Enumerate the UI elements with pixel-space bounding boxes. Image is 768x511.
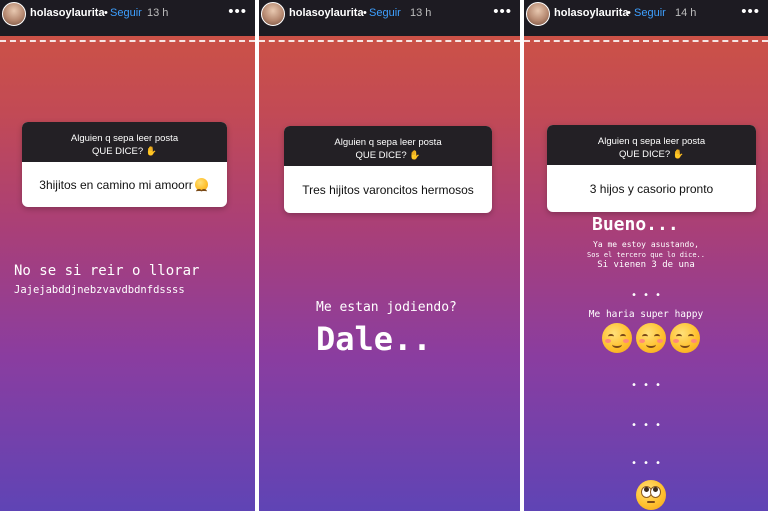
answer-text: 3hijitos en camino mi amoorr — [39, 177, 193, 192]
separator-dot: • — [627, 7, 631, 19]
separator-dot: • — [104, 7, 108, 19]
reply-big: Bueno... — [592, 214, 679, 235]
answer-box: 3 hijos y casorio pronto — [547, 165, 756, 212]
answer-box: Tres hijitos varoncitos hermosos — [284, 166, 492, 213]
question-sticker: Alguien q sepa leer posta QUE DICE? ✋ Tr… — [284, 126, 492, 213]
story-panel-3[interactable]: holasoylaurita • Seguir 14 h ••• Alguien… — [524, 0, 768, 511]
reply-small-3: Si vienen 3 de una — [597, 260, 695, 270]
post-time: 13 h — [147, 7, 169, 19]
story-panel-2[interactable]: holasoylaurita • Seguir 13 h ••• Alguien… — [259, 0, 520, 511]
follow-button[interactable]: Seguir — [634, 7, 666, 19]
username[interactable]: holasoylaurita — [30, 7, 105, 19]
avatar[interactable] — [2, 2, 26, 26]
avatar[interactable] — [261, 2, 285, 26]
ellipsis-2: • • • — [630, 380, 662, 391]
eye-roll-emoji-icon — [636, 480, 666, 510]
reply-line-2: Dale.. — [316, 320, 432, 358]
waving-hand-icon: ✋ — [145, 146, 158, 156]
question-line-1: Alguien q sepa leer posta — [70, 133, 179, 144]
post-time: 14 h — [675, 7, 697, 19]
follow-button[interactable]: Seguir — [110, 7, 142, 19]
question-line-2: QUE DICE? — [355, 150, 407, 161]
more-horizontal-icon[interactable]: ••• — [741, 3, 760, 20]
story-panel-1[interactable]: holasoylaurita • Seguir 13 h ••• Alguien… — [0, 0, 255, 511]
story-header: holasoylaurita • Seguir 13 h ••• — [0, 0, 255, 36]
question-line-1: Alguien q sepa leer posta — [334, 137, 442, 148]
question-line-1: Alguien q sepa leer posta — [597, 136, 706, 147]
question-header: Alguien q sepa leer posta QUE DICE? ✋ — [284, 126, 492, 166]
avatar[interactable] — [526, 2, 550, 26]
ellipsis-4: • • • — [630, 458, 662, 469]
story-header: holasoylaurita • Seguir 13 h ••• — [259, 0, 520, 36]
reply-small-1: Ya me estoy asustando, — [593, 240, 699, 249]
follow-button[interactable]: Seguir — [369, 7, 401, 19]
reply-line-1: Me estan jodiendo? — [316, 300, 457, 315]
question-sticker: Alguien q sepa leer posta QUE DICE? ✋ 3h… — [22, 122, 227, 207]
waving-hand-icon: ✋ — [672, 149, 685, 159]
reply-line-1: No se si reir o llorar — [14, 263, 200, 279]
waving-hand-icon: ✋ — [409, 150, 421, 160]
ellipsis-1: • • • — [630, 290, 662, 301]
progress-bar — [259, 40, 520, 42]
smiling-blush-emoji-icon — [670, 323, 700, 353]
more-horizontal-icon[interactable]: ••• — [228, 3, 247, 20]
answer-text: 3 hijos y casorio pronto — [589, 181, 714, 196]
username[interactable]: holasoylaurita — [554, 7, 629, 19]
smiling-blush-emoji-icon — [602, 323, 632, 353]
progress-bar — [0, 40, 255, 42]
ellipsis-3: • • • — [630, 420, 662, 431]
progress-bar — [524, 40, 768, 42]
reply-small-2: Sos el tercero que lo dice.. — [586, 251, 705, 259]
wink-emoji-icon — [194, 178, 208, 191]
question-header: Alguien q sepa leer posta QUE DICE? ✋ — [547, 125, 756, 165]
smile-emoji-row — [600, 323, 710, 355]
post-time: 13 h — [410, 7, 432, 19]
smiling-blush-emoji-icon — [636, 323, 666, 353]
reply-line-2: Jajejabddjnebzvavdbdnfdssss — [14, 284, 185, 296]
answer-text: Tres hijitos varoncitos hermosos — [302, 182, 474, 197]
answer-box: 3hijitos en camino mi amoorr — [22, 162, 227, 207]
question-header: Alguien q sepa leer posta QUE DICE? ✋ — [22, 122, 227, 162]
question-line-2: QUE DICE? — [618, 149, 671, 160]
separator-dot: • — [363, 7, 367, 19]
username[interactable]: holasoylaurita — [289, 7, 364, 19]
more-horizontal-icon[interactable]: ••• — [493, 3, 512, 20]
question-line-2: QUE DICE? — [91, 146, 144, 157]
story-header: holasoylaurita • Seguir 14 h ••• — [524, 0, 768, 36]
reply-happy: Me haria super happy — [588, 309, 704, 320]
question-sticker: Alguien q sepa leer posta QUE DICE? ✋ 3 … — [547, 125, 756, 212]
